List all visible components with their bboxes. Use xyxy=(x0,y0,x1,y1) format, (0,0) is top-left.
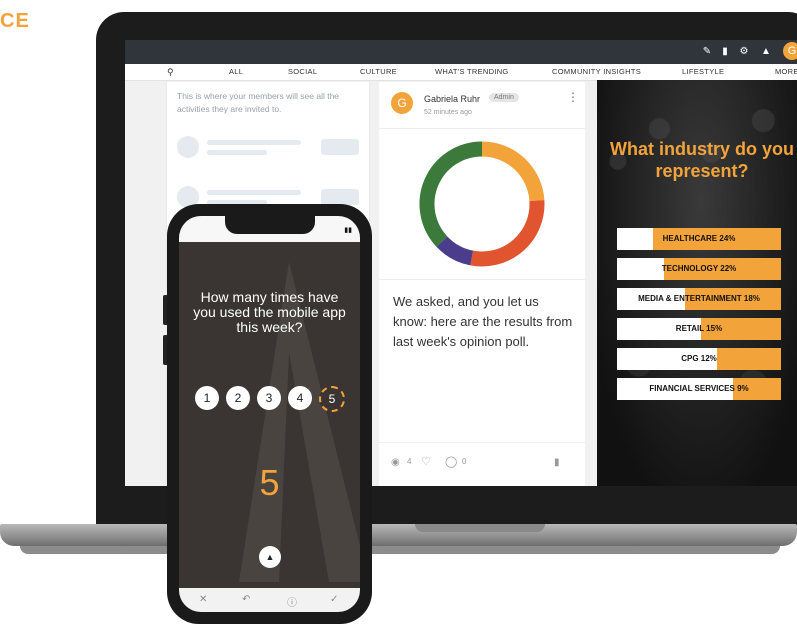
category-nav: ⚲ ALL SOCIAL CULTURE WHAT'S TRENDING COM… xyxy=(125,64,797,81)
placeholder-button xyxy=(321,189,359,205)
placeholder-line xyxy=(207,140,301,145)
poll-bar-label: RETAIL 15% xyxy=(675,324,723,333)
phone-screen: ▮▮ How many times have you used the mobi… xyxy=(179,216,360,612)
placeholder-line xyxy=(207,150,267,155)
placeholder-avatar xyxy=(177,136,199,158)
rating-option-4[interactable]: 4 xyxy=(288,386,312,410)
post-text: We asked, and you let us know: here are … xyxy=(393,294,573,349)
signal-icon: ▮▮ xyxy=(344,227,352,234)
nav-item-all[interactable]: ALL xyxy=(229,67,243,76)
gear-icon[interactable]: ⚙ xyxy=(738,46,750,58)
heart-icon[interactable]: ♡ xyxy=(421,455,431,468)
bell-icon[interactable]: ▲ xyxy=(760,46,772,58)
rating-option-3[interactable]: 3 xyxy=(257,386,281,410)
poll-bar: HEALTHCARE 24% xyxy=(617,228,781,250)
nav-item-culture[interactable]: CULTURE xyxy=(360,67,397,76)
poll-bar: FINANCIAL SERVICES 9% xyxy=(617,378,781,400)
comments-count: 0 xyxy=(462,457,467,466)
nav-item-more[interactable]: MORE xyxy=(775,67,797,76)
comment-icon[interactable]: ◯ xyxy=(445,455,457,468)
submit-up-icon[interactable]: ▲ xyxy=(259,546,281,568)
phone-notch xyxy=(225,216,315,234)
views-count: 4 xyxy=(407,457,412,466)
stats-icon[interactable]: ▮ xyxy=(554,457,560,468)
post-author-name[interactable]: Gabriela Ruhr xyxy=(424,94,480,104)
nav-item-community-insights[interactable]: COMMUNITY INSIGHTS xyxy=(552,67,641,76)
admin-badge: Admin xyxy=(489,93,519,102)
nav-item-lifestyle[interactable]: LIFESTYLE xyxy=(682,67,724,76)
survey-question: How many times have you used the mobile … xyxy=(193,289,346,335)
top-bar: ✎ ▮ ⚙ ▲ G xyxy=(125,40,797,64)
post-card: G Gabriela Ruhr Admin 52 minutes ago ⋮ W… xyxy=(379,82,585,486)
poll-bar-label: HEALTHCARE 24% xyxy=(662,234,736,243)
edit-icon[interactable]: ✎ xyxy=(701,46,713,58)
bar-chart-icon[interactable]: ▮ xyxy=(719,46,731,58)
user-avatar[interactable]: G xyxy=(783,42,797,60)
poll-title: What industry do you represent? xyxy=(610,139,794,181)
poll-bar-label: TECHNOLOGY 22% xyxy=(661,264,737,273)
poll-donut-chart xyxy=(379,128,585,280)
post-footer: ◉ 4 ♡ ◯ 0 ▮ xyxy=(379,442,585,486)
post-timestamp: 52 minutes ago xyxy=(424,109,472,116)
selected-value: 5 xyxy=(259,462,280,503)
poll-bar-label: CPG 12% xyxy=(681,354,717,363)
close-icon[interactable]: ✕ xyxy=(199,594,207,605)
rating-option-1[interactable]: 1 xyxy=(195,386,219,410)
poll-bar: TECHNOLOGY 22% xyxy=(617,258,781,280)
more-options-icon[interactable]: ⋮ xyxy=(567,91,579,103)
back-icon[interactable]: ↶ xyxy=(242,594,250,605)
eye-icon: ◉ xyxy=(391,457,400,468)
info-icon[interactable]: ⓘ xyxy=(287,594,297,609)
poll-bar: CPG 12% xyxy=(617,348,781,370)
donut-segment-2 xyxy=(436,236,474,266)
placeholder-line xyxy=(207,190,301,195)
donut-segment-1 xyxy=(470,200,545,267)
poll-bar: RETAIL 15% xyxy=(617,318,781,340)
donut-segment-3 xyxy=(419,141,483,247)
laptop-shadow xyxy=(20,546,780,554)
phone-status-bar: ▮▮ xyxy=(179,216,360,242)
poll-bar-label: FINANCIAL SERVICES 9% xyxy=(649,384,749,393)
donut-segment-0 xyxy=(481,141,545,202)
laptop-notch xyxy=(415,524,545,532)
poll-bar-label: MEDIA & ENTERTAINMENT 18% xyxy=(638,294,760,303)
brand-partial-text: CE xyxy=(0,10,30,32)
poll-bar: MEDIA & ENTERTAINMENT 18% xyxy=(617,288,781,310)
activities-intro: This is where your members will see all … xyxy=(177,91,340,114)
donut-svg xyxy=(419,141,545,267)
poll-results-panel: What industry do you represent? HEALTHCA… xyxy=(597,80,797,486)
placeholder-button xyxy=(321,139,359,155)
nav-item-whats-trending[interactable]: WHAT'S TRENDING xyxy=(435,67,509,76)
post-author-avatar[interactable]: G xyxy=(391,92,413,114)
nav-item-social[interactable]: SOCIAL xyxy=(288,67,317,76)
check-icon[interactable]: ✓ xyxy=(330,594,338,605)
phone-bottom-bar: ✕ ↶ ⓘ ✓ xyxy=(179,588,360,612)
laptop-base xyxy=(0,524,797,546)
rating-option-2[interactable]: 2 xyxy=(226,386,250,410)
rating-option-5[interactable]: 5 xyxy=(319,386,345,412)
search-icon[interactable]: ⚲ xyxy=(167,67,174,78)
